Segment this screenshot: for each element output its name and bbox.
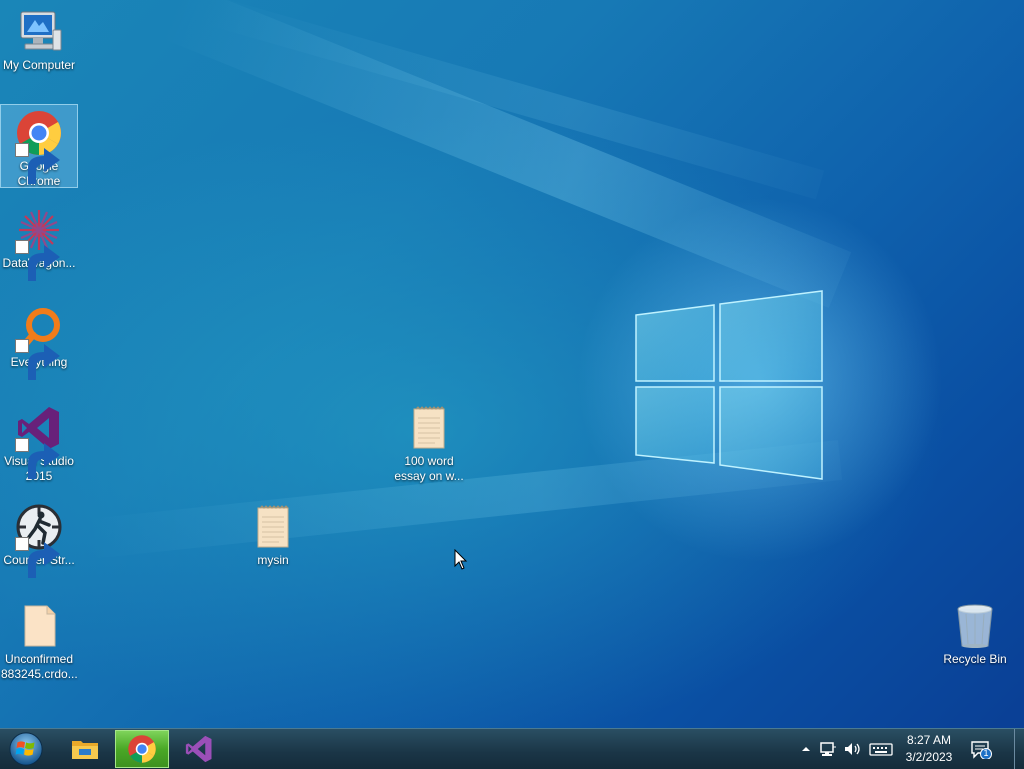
desktop[interactable]: My Computer Google Chrome DataWagon... E… bbox=[0, 0, 1024, 728]
taskbar-visual-studio-button[interactable] bbox=[172, 730, 226, 768]
volume-icon[interactable] bbox=[842, 739, 862, 759]
shortcut-arrow-icon bbox=[15, 143, 60, 184]
clock-date: 3/2/2023 bbox=[905, 750, 953, 764]
mouse-cursor-icon bbox=[454, 549, 468, 570]
visual-studio-icon bbox=[185, 735, 212, 763]
notification-count-badge: 1 bbox=[983, 748, 989, 758]
network-icon[interactable] bbox=[818, 739, 838, 759]
desktop-icon-google-chrome[interactable]: Google Chrome bbox=[0, 104, 78, 188]
desktop-icon-label: Recycle Bin bbox=[943, 652, 1007, 666]
desktop-icon-label: mysin bbox=[257, 553, 289, 567]
light-beam bbox=[161, 0, 852, 308]
desktop-icon-visual-studio-2015[interactable]: Visual Studio 2015 bbox=[1, 400, 77, 484]
desktop-icon-label: 100 word essay on w... bbox=[394, 454, 464, 483]
text-file-icon bbox=[249, 503, 297, 551]
desktop-icon-recycle-bin[interactable]: Recycle Bin bbox=[937, 598, 1013, 667]
datawagon-icon bbox=[15, 206, 63, 281]
visual-studio-icon bbox=[15, 404, 63, 479]
file-icon bbox=[15, 602, 63, 650]
computer-icon bbox=[15, 8, 63, 56]
notification-center-button[interactable]: 1 bbox=[970, 739, 992, 760]
text-file-icon bbox=[405, 404, 453, 452]
shortcut-arrow-icon bbox=[15, 339, 60, 380]
desktop-icon-mysin[interactable]: mysin bbox=[235, 499, 311, 568]
windows-start-orb-icon bbox=[9, 732, 43, 766]
taskbar-file-explorer-button[interactable] bbox=[58, 730, 112, 768]
taskbar-clock[interactable]: 8:27 AM 3/2/2023 bbox=[896, 732, 962, 766]
chrome-icon bbox=[128, 735, 156, 763]
clock-time: 8:27 AM bbox=[906, 733, 952, 747]
start-button[interactable] bbox=[6, 730, 46, 768]
shortcut-arrow-icon bbox=[15, 438, 60, 479]
chrome-icon bbox=[15, 109, 63, 184]
desktop-icon-unconfirmed-download[interactable]: Unconfirmed 883245.crdo... bbox=[1, 598, 78, 682]
windows-logo-wallpaper bbox=[635, 290, 823, 480]
desktop-icon-my-computer[interactable]: My Computer bbox=[1, 4, 77, 73]
everything-search-icon bbox=[15, 305, 63, 380]
taskbar: 8:27 AM 3/2/2023 1 bbox=[0, 728, 1024, 769]
desktop-icon-everything[interactable]: Everything bbox=[1, 301, 77, 380]
light-beam bbox=[200, 0, 825, 200]
desktop-icon-essay[interactable]: 100 word essay on w... bbox=[391, 400, 467, 484]
desktop-icon-counter-strike[interactable]: Counter-Str... bbox=[1, 499, 77, 578]
shortcut-arrow-icon bbox=[15, 240, 60, 281]
taskbar-chrome-button[interactable] bbox=[115, 730, 169, 768]
desktop-icon-label: Unconfirmed 883245.crdo... bbox=[1, 652, 78, 681]
desktop-icon-datawagon[interactable]: DataWagon... bbox=[1, 202, 77, 281]
shortcut-arrow-icon bbox=[15, 537, 60, 578]
show-desktop-button[interactable] bbox=[1014, 729, 1024, 769]
keyboard-icon[interactable] bbox=[868, 739, 894, 759]
counter-strike-icon bbox=[15, 503, 63, 578]
file-explorer-icon bbox=[72, 741, 98, 759]
desktop-icon-label: My Computer bbox=[2, 58, 76, 72]
recycle-bin-icon bbox=[951, 602, 999, 650]
chevron-up-icon[interactable] bbox=[796, 739, 816, 759]
